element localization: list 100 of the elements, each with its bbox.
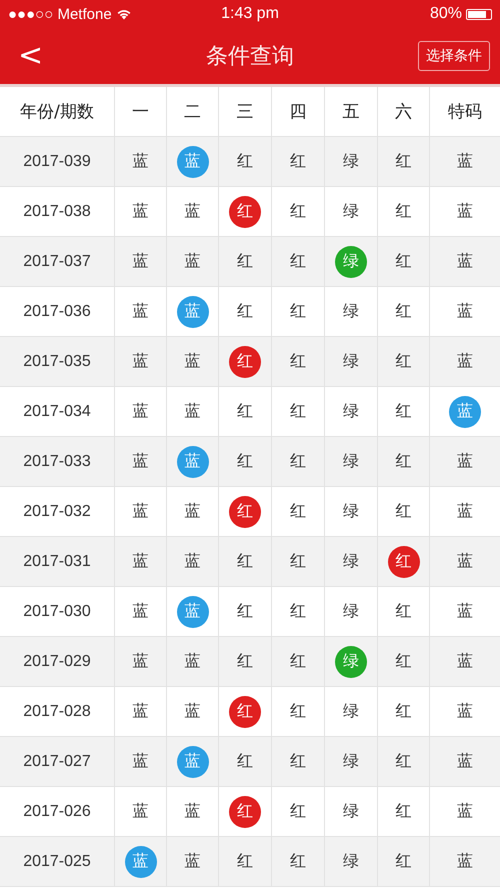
table-cell-text: 蓝 xyxy=(456,850,474,872)
table-cell-text: 蓝 xyxy=(132,400,150,422)
table-cell-text: 蓝 xyxy=(184,800,202,822)
table-cell-text: 蓝 xyxy=(456,600,474,622)
table-cell-text: 绿 xyxy=(342,750,360,772)
filter-button[interactable]: 选择条件 xyxy=(418,41,490,71)
table-cell-text: 蓝 xyxy=(132,500,150,522)
table-cell-text: 红 xyxy=(289,300,307,322)
table-cell-text: 蓝 xyxy=(184,850,202,872)
table-cell-text: 红 xyxy=(394,800,412,822)
table-cell-text: 绿 xyxy=(342,150,360,172)
table-cell-text: 绿 xyxy=(342,850,360,872)
table-cell-text: 蓝 xyxy=(456,650,474,672)
table-cell: 红 xyxy=(229,496,261,528)
table-cell-text: 红 xyxy=(394,700,412,722)
carrier-name: ●●●○○ Metfone xyxy=(8,6,112,22)
table-cell-text: 红 xyxy=(289,550,307,572)
table-cell-text: 蓝 xyxy=(184,500,202,522)
table-cell-text: 红 xyxy=(289,650,307,672)
table-cell: 蓝 xyxy=(176,596,208,628)
table-cell-text: 红 xyxy=(289,750,307,772)
period-cell: 2017-037 xyxy=(0,237,115,286)
column-header: 一 xyxy=(115,87,167,136)
table-cell: 蓝 xyxy=(176,146,208,178)
table-cell-text: 蓝 xyxy=(132,550,150,572)
table-cell-text: 红 xyxy=(394,200,412,222)
table-cell-text: 蓝 xyxy=(184,700,202,722)
table-cell-text: 绿 xyxy=(342,600,360,622)
table-cell-text: 绿 xyxy=(342,350,360,372)
table-cell: 红 xyxy=(229,796,261,828)
table-cell-text: 蓝 xyxy=(132,200,150,222)
period-cell: 2017-038 xyxy=(0,187,115,236)
wifi-icon xyxy=(116,8,132,20)
table-cell-text: 红 xyxy=(236,600,254,622)
table-cell-text: 红 xyxy=(289,450,307,472)
period-cell: 2017-025 xyxy=(0,837,115,886)
table-cell-text: 蓝 xyxy=(184,250,202,272)
period-cell: 2017-028 xyxy=(0,687,115,736)
table-cell-text: 红 xyxy=(289,700,307,722)
table-cell-text: 蓝 xyxy=(132,150,150,172)
column-header: 三 xyxy=(219,87,272,136)
table-cell: 红 xyxy=(388,546,420,578)
table-cell-text: 蓝 xyxy=(184,650,202,672)
table-cell-text: 红 xyxy=(289,500,307,522)
period-cell: 2017-026 xyxy=(0,787,115,836)
back-button[interactable]: < xyxy=(12,41,50,71)
table-cell-text: 红 xyxy=(236,400,254,422)
column-header: 五 xyxy=(325,87,378,136)
table-cell-text: 红 xyxy=(236,150,254,172)
table-cell-text: 蓝 xyxy=(184,350,202,372)
table-cell-text: 绿 xyxy=(342,500,360,522)
table-cell-text: 红 xyxy=(236,750,254,772)
table-cell: 蓝 xyxy=(176,446,208,478)
table-cell-text: 绿 xyxy=(342,450,360,472)
table-cell-text: 蓝 xyxy=(456,350,474,372)
table-cell-text: 红 xyxy=(236,300,254,322)
table-cell: 蓝 xyxy=(176,746,208,778)
table-cell-text: 红 xyxy=(394,450,412,472)
table-cell-text: 蓝 xyxy=(132,650,150,672)
table-cell-text: 蓝 xyxy=(184,550,202,572)
column-header: 特码 xyxy=(447,101,483,124)
table-cell-text: 绿 xyxy=(342,300,360,322)
table-cell-text: 红 xyxy=(394,750,412,772)
battery-percent: 80% xyxy=(430,5,462,23)
table-cell-text: 红 xyxy=(394,500,412,522)
period-cell: 2017-035 xyxy=(0,337,115,386)
table-cell-text: 红 xyxy=(236,450,254,472)
table-cell-text: 蓝 xyxy=(132,250,150,272)
table-cell-text: 蓝 xyxy=(132,800,150,822)
table-cell: 绿 xyxy=(335,646,367,678)
table-cell-text: 蓝 xyxy=(456,250,474,272)
table-cell-text: 红 xyxy=(289,400,307,422)
table-cell-text: 蓝 xyxy=(132,450,150,472)
period-cell: 2017-034 xyxy=(0,387,115,436)
table-cell-text: 蓝 xyxy=(456,500,474,522)
table-cell-text: 红 xyxy=(236,550,254,572)
table-cell-text: 蓝 xyxy=(456,750,474,772)
table-cell-text: 蓝 xyxy=(456,200,474,222)
table-cell-text: 红 xyxy=(394,400,412,422)
table-cell-text: 蓝 xyxy=(132,700,150,722)
table-cell-text: 红 xyxy=(236,650,254,672)
table-cell-text: 红 xyxy=(394,350,412,372)
table-cell-text: 绿 xyxy=(342,800,360,822)
table-cell-text: 红 xyxy=(394,150,412,172)
table-cell-text: 蓝 xyxy=(132,600,150,622)
table-cell: 蓝 xyxy=(176,296,208,328)
period-cell: 2017-030 xyxy=(0,587,115,636)
table-cell-text: 蓝 xyxy=(184,400,202,422)
clock-time: 1:43 pm xyxy=(221,5,279,23)
table-cell-text: 红 xyxy=(236,250,254,272)
table-cell-text: 绿 xyxy=(342,700,360,722)
table-cell-text: 绿 xyxy=(342,200,360,222)
period-cell: 2017-031 xyxy=(0,537,115,586)
table-cell-text: 红 xyxy=(289,800,307,822)
table-cell: 红 xyxy=(229,196,261,228)
table-cell: 红 xyxy=(229,346,261,378)
table-cell-text: 蓝 xyxy=(456,800,474,822)
column-header: 年份/期数 xyxy=(0,87,115,136)
table-cell-text: 红 xyxy=(394,850,412,872)
table-cell: 红 xyxy=(229,696,261,728)
